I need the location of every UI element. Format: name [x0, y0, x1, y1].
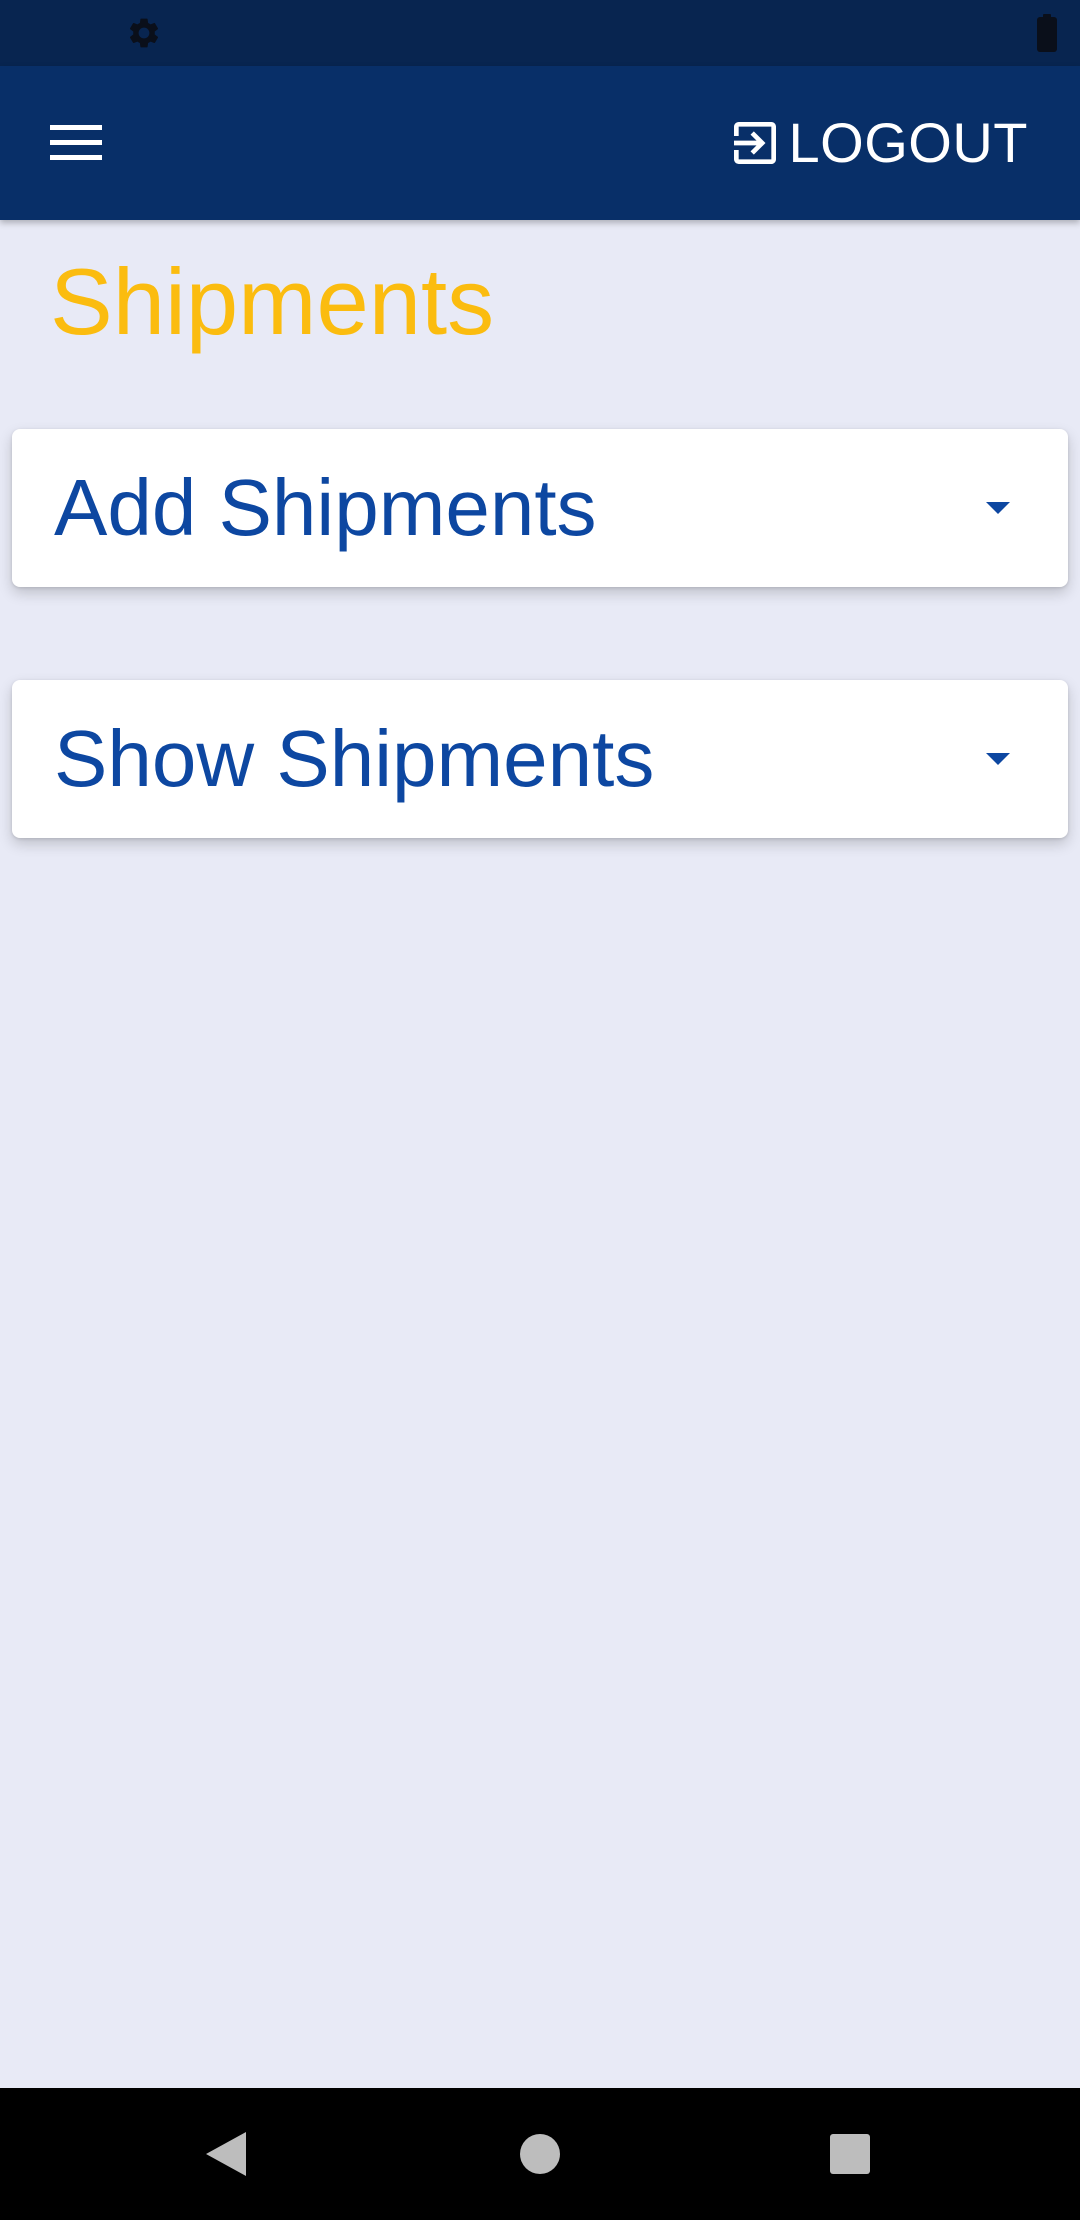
hamburger-menu-icon: [50, 125, 102, 160]
system-nav-bar: [0, 2088, 1080, 2220]
battery-icon: [1037, 14, 1057, 52]
logout-label: LOGOUT: [788, 111, 1028, 174]
page-title: Shipments: [50, 249, 495, 354]
logout-button[interactable]: LOGOUT: [727, 106, 1028, 180]
caret-down-icon: [986, 502, 1010, 514]
add-shipments-panel[interactable]: Add Shipments: [12, 429, 1068, 587]
gear-icon: [129, 18, 159, 48]
recents-square-icon[interactable]: [820, 2124, 880, 2184]
status-bar: [0, 0, 1080, 66]
home-circle-icon[interactable]: [510, 2124, 570, 2184]
logout-icon: [733, 122, 776, 164]
caret-down-icon: [986, 753, 1010, 765]
menu-button[interactable]: [40, 106, 114, 180]
app-bar: LOGOUT: [0, 66, 1080, 220]
show-shipments-label: Show Shipments: [54, 714, 655, 803]
back-triangle-icon[interactable]: [196, 2124, 256, 2184]
add-shipments-label: Add Shipments: [54, 463, 597, 552]
show-shipments-panel[interactable]: Show Shipments: [12, 680, 1068, 838]
